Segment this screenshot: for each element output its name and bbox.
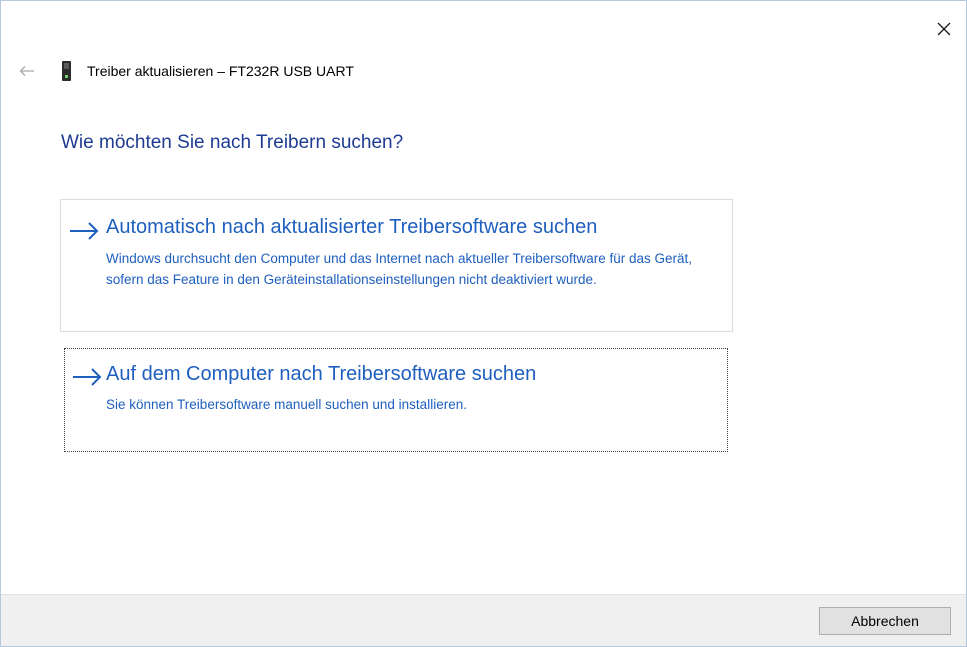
close-button[interactable] [928,13,960,45]
option-description: Sie können Treibersoftware manuell suche… [106,397,467,412]
page-heading: Wie möchten Sie nach Treibern suchen? [61,132,404,153]
arrow-right-icon [73,368,102,386]
dialog-footer: Abbrechen [1,594,966,646]
back-arrow-icon [19,66,34,76]
arrow-right-icon [70,222,99,240]
search-automatically-option[interactable]: Automatisch nach aktualisierter Treibers… [60,199,733,332]
window-title: Treiber aktualisieren – FT232R USB UART [87,63,354,79]
update-driver-dialog: Treiber aktualisieren – FT232R USB UART … [0,0,967,647]
usb-device-icon [62,61,71,81]
browse-computer-option[interactable]: Auf dem Computer nach Treibersoftware su… [64,348,728,452]
option-description: Windows durchsucht den Computer und das … [106,251,693,287]
back-button[interactable] [13,59,41,83]
option-title: Automatisch nach aktualisierter Treibers… [106,216,598,238]
close-icon [937,22,951,36]
option-title: Auf dem Computer nach Treibersoftware su… [106,363,537,385]
cancel-button[interactable]: Abbrechen [819,607,951,635]
